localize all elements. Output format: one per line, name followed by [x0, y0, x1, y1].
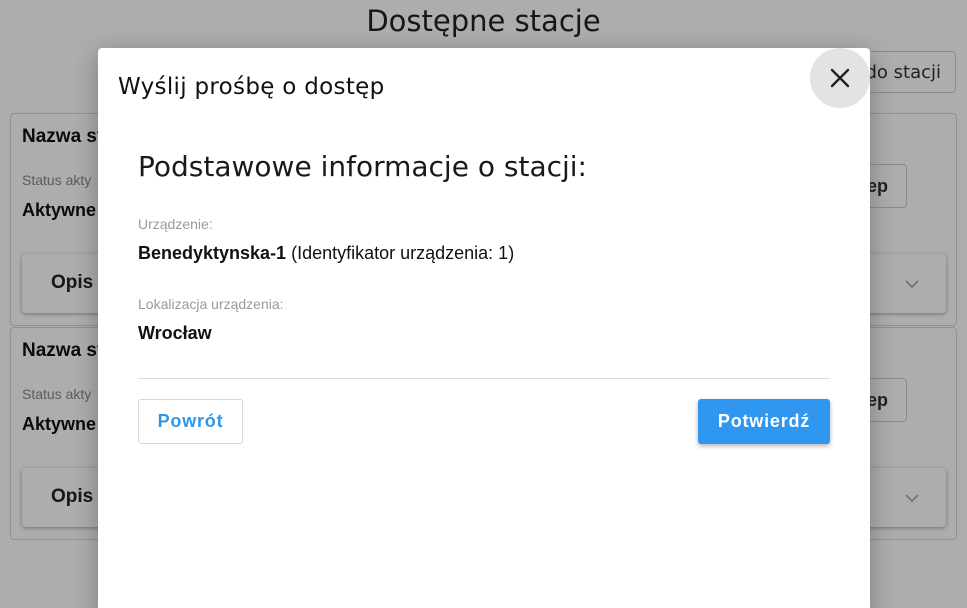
divider — [138, 378, 830, 379]
close-button[interactable] — [810, 48, 870, 108]
location-name: Wrocław — [138, 323, 212, 343]
device-name: Benedyktynska-1 — [138, 243, 287, 263]
section-heading: Podstawowe informacje o stacji: — [138, 150, 587, 183]
device-value: Benedyktynska-1 (Identyfikator urządzeni… — [138, 243, 514, 264]
close-icon — [830, 68, 850, 88]
dialog-title: Wyślij prośbę o dostęp — [118, 74, 385, 100]
request-access-dialog: Wyślij prośbę o dostęp Podstawowe inform… — [98, 48, 870, 608]
back-button[interactable]: Powrót — [138, 399, 243, 444]
confirm-button[interactable]: Potwierdź — [698, 399, 830, 444]
device-id-text: (Identyfikator urządzenia: 1) — [286, 243, 515, 263]
location-value: Wrocław — [138, 323, 212, 344]
device-label: Urządzenie: — [138, 216, 213, 232]
location-label: Lokalizacja urządzenia: — [138, 296, 284, 312]
